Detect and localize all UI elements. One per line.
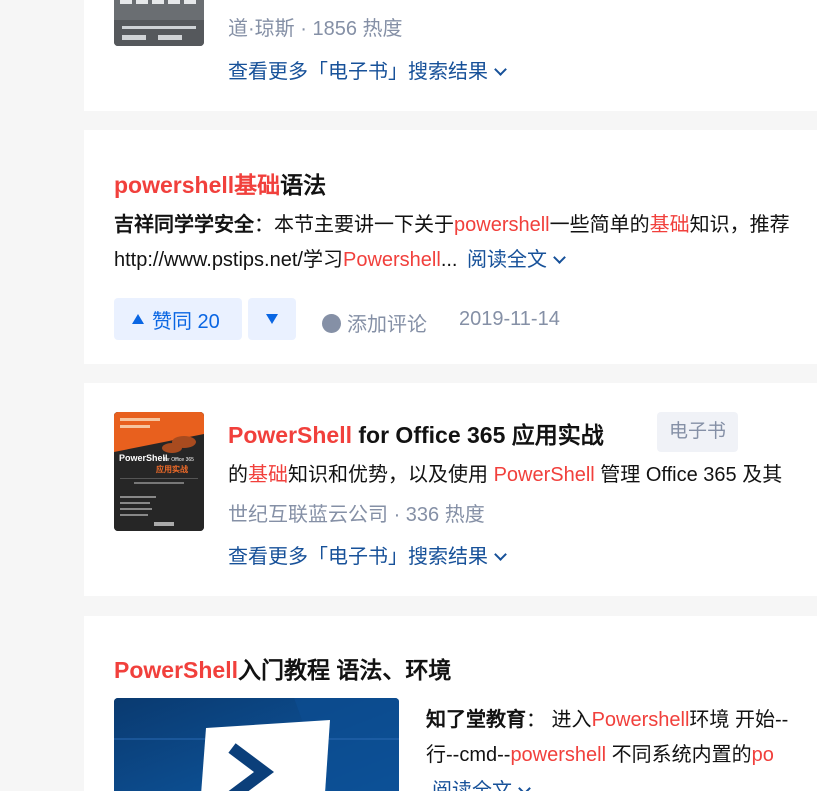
excerpt-text: 的 (228, 464, 248, 486)
excerpt-highlight: powershell (454, 214, 550, 236)
book-meta-1: 道·琼斯 · 1856 热度 (228, 12, 403, 41)
excerpt-highlight: 基础 (248, 464, 288, 486)
excerpt-highlight: Powershell (342, 249, 441, 271)
excerpt-ellipsis: ... (440, 249, 458, 271)
ebook-excerpt: 的基础知识和优势，以及使用 PowerShell 管理 Office 365 及… (228, 457, 782, 493)
add-comment-button[interactable]: 添加评论 (322, 308, 427, 337)
meta-separator: · (300, 18, 307, 40)
meta-separator: · (393, 504, 401, 526)
read-more-button[interactable]: 阅读全文 (467, 249, 566, 271)
downvote-arrow-icon (266, 314, 278, 324)
title-rest: 语法 (280, 172, 327, 198)
book-heat: 336 热度 (405, 504, 485, 526)
add-comment-label: 添加评论 (347, 314, 427, 336)
article-title[interactable]: powershell基础语法 (114, 166, 326, 200)
excerpt-highlight: PowerShell (493, 464, 595, 486)
article-excerpt-line-1[interactable]: 吉祥同学学安全：本节主要讲一下关于powershell一些简单的基础知识，推荐 (114, 207, 790, 243)
article-author: 知了堂教育 (426, 709, 526, 731)
excerpt-text: 不同系统内置的 (606, 744, 752, 766)
chevron-down-icon (494, 548, 507, 561)
more-ebook-results-link[interactable]: 查看更多「电子书」搜索结果 (228, 540, 507, 569)
upvote-arrow-icon (132, 314, 144, 324)
article-date: 2019-11-14 (459, 308, 560, 330)
svg-text:for Office 365: for Office 365 (164, 457, 194, 463)
excerpt-highlight: po (751, 744, 774, 766)
book-cover-art: PowerShell for Office 365 应用实战 (114, 412, 204, 531)
article-thumbnail[interactable] (114, 698, 399, 791)
chevron-down-icon (518, 782, 531, 791)
excerpt-text: 管理 Office 365 及其 (594, 464, 783, 486)
title-highlight: PowerShell (114, 657, 238, 683)
excerpt-highlight: powershell (510, 744, 607, 766)
comment-icon (322, 314, 341, 333)
book-cover-2[interactable]: PowerShell for Office 365 应用实战 (114, 412, 204, 531)
chevron-down-icon (553, 251, 566, 264)
excerpt-text: 知识，推荐 (689, 214, 790, 236)
article-excerpt-line-1[interactable]: 知了堂教育： 进入Powershell环境 开始-- (426, 702, 788, 738)
chevron-down-icon (494, 63, 507, 76)
excerpt-text: 一些简单的 (549, 214, 650, 236)
svg-text:应用实战: 应用实战 (156, 464, 188, 474)
result-card-article-1: powershell基础语法 吉祥同学学安全：本节主要讲一下关于powershe… (84, 130, 817, 364)
excerpt-highlight: 基础 (649, 214, 690, 236)
more-ebook-results-link[interactable]: 查看更多「电子书」搜索结果 (228, 55, 507, 84)
result-card-article-2: PowerShell入门教程 语法、环境 知了堂教育： 进入Powershell… (84, 616, 817, 791)
ebook-title-row: PowerShell for Office 365 应用实战 (228, 416, 604, 450)
more-link-label: 查看更多「电子书」搜索结果 (228, 546, 488, 568)
excerpt-text: 环境 开始-- (689, 709, 789, 731)
book-meta-2: 世纪互联蓝云公司 · 336 热度 (228, 498, 485, 527)
excerpt-highlight: Powershell (591, 709, 690, 731)
article-author: 吉祥同学学安全 (114, 214, 254, 236)
title-highlight: powershell基础 (114, 172, 281, 198)
read-more-label: 阅读全文 (432, 780, 512, 791)
ebook-badge: 电子书 (657, 412, 739, 452)
title-rest: for Office 365 应用实战 (351, 422, 604, 448)
upvote-button[interactable]: 赞同 20 (114, 298, 242, 340)
book-heat: 1856 热度 (312, 18, 403, 40)
article-excerpt-line-2[interactable]: 行--cmd--powershell 不同系统内置的po (426, 737, 774, 773)
excerpt-text: 行--cmd-- (426, 744, 511, 766)
more-link-label: 查看更多「电子书」搜索结果 (228, 61, 488, 83)
book-author[interactable]: 道·琼斯 (228, 18, 295, 40)
powershell-logo-icon (114, 698, 399, 791)
ebook-title[interactable]: PowerShell for Office 365 应用实战 (228, 422, 604, 448)
upvote-label: 赞同 20 (152, 310, 220, 333)
book-publisher[interactable]: 世纪互联蓝云公司 (228, 504, 388, 526)
title-rest: 入门教程 语法、环境 (237, 657, 452, 683)
excerpt-text: 知识和优势，以及使用 (288, 464, 494, 486)
read-more-button[interactable]: 阅读全文 (432, 774, 531, 791)
article-excerpt-line-2[interactable]: http://www.pstips.net/学习Powershell... 阅读… (114, 242, 566, 278)
result-card-ebook-2: PowerShell for Office 365 应用实战 PowerShel… (84, 383, 817, 596)
excerpt-text: ：本节主要讲一下关于 (254, 214, 454, 236)
book-cover-1[interactable] (114, 0, 204, 46)
article-title[interactable]: PowerShell入门教程 语法、环境 (114, 651, 451, 685)
excerpt-text: http://www.pstips.net/学习 (114, 249, 343, 271)
svg-text:PowerShell: PowerShell (119, 453, 168, 463)
result-card-ebook-1: 道·琼斯 · 1856 热度 查看更多「电子书」搜索结果 (84, 0, 817, 111)
book-cover-art (114, 0, 204, 46)
downvote-button[interactable] (248, 298, 296, 340)
title-highlight: PowerShell (228, 422, 352, 448)
read-more-label: 阅读全文 (467, 249, 548, 271)
excerpt-text: ： 进入 (526, 709, 592, 731)
